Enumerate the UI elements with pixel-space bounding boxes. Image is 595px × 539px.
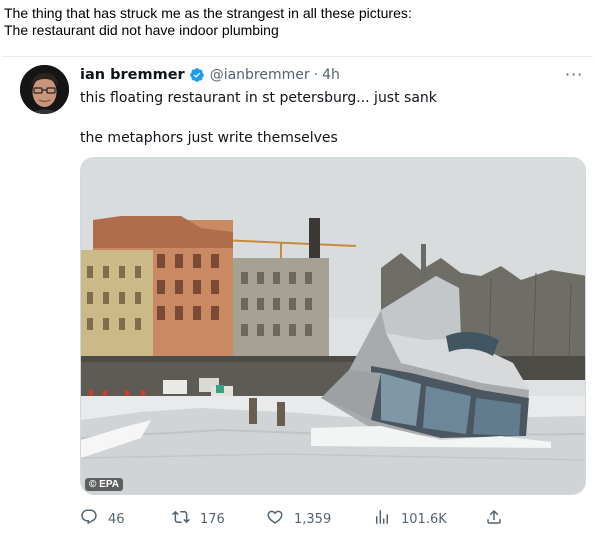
caption-line-2: The restaurant did not have indoor plumb… [4,22,279,38]
share-button[interactable] [485,507,513,531]
photo-credit: © EPA [85,478,123,491]
author-handle[interactable]: @ianbremmer [210,66,310,84]
tweet-timestamp[interactable]: 4h [322,66,340,84]
retweet-button[interactable]: 176 [172,507,225,531]
tweet-photo[interactable]: © EPA [80,157,586,495]
separator-dot: · [313,67,319,83]
views-icon [373,508,401,530]
share-icon [485,508,513,530]
embedded-tweet[interactable]: ian bremmer @ianbremmer · 4h ··· this fl… [2,56,593,538]
avatar[interactable] [20,65,69,114]
views-button[interactable]: 101.6K [373,507,447,531]
like-icon [266,508,294,530]
post-caption: The thing that has struck me as the stra… [4,5,412,39]
tweet-text-line-2: the metaphors just write themselves [80,130,338,146]
like-count: 1,359 [294,511,332,527]
tweet-text: this floating restaurant in st petersbur… [80,88,437,148]
sunken-restaurant-photo [81,158,585,494]
retweet-icon [172,508,200,530]
more-icon[interactable]: ··· [565,65,583,84]
reply-icon [80,508,108,530]
action-bar: 46 176 1,359 101.6K [80,507,586,531]
verified-badge-icon [189,67,205,83]
author-name[interactable]: ian bremmer [80,66,185,84]
caption-line-1: The thing that has struck me as the stra… [4,5,412,21]
tweet-text-line-1: this floating restaurant in st petersbur… [80,90,437,106]
like-button[interactable]: 1,359 [266,507,331,531]
views-count: 101.6K [401,511,447,527]
reply-button[interactable]: 46 [80,507,125,531]
tweet-header: ian bremmer @ianbremmer · 4h [80,66,340,84]
retweet-count: 176 [200,511,225,527]
reply-count: 46 [108,511,125,527]
